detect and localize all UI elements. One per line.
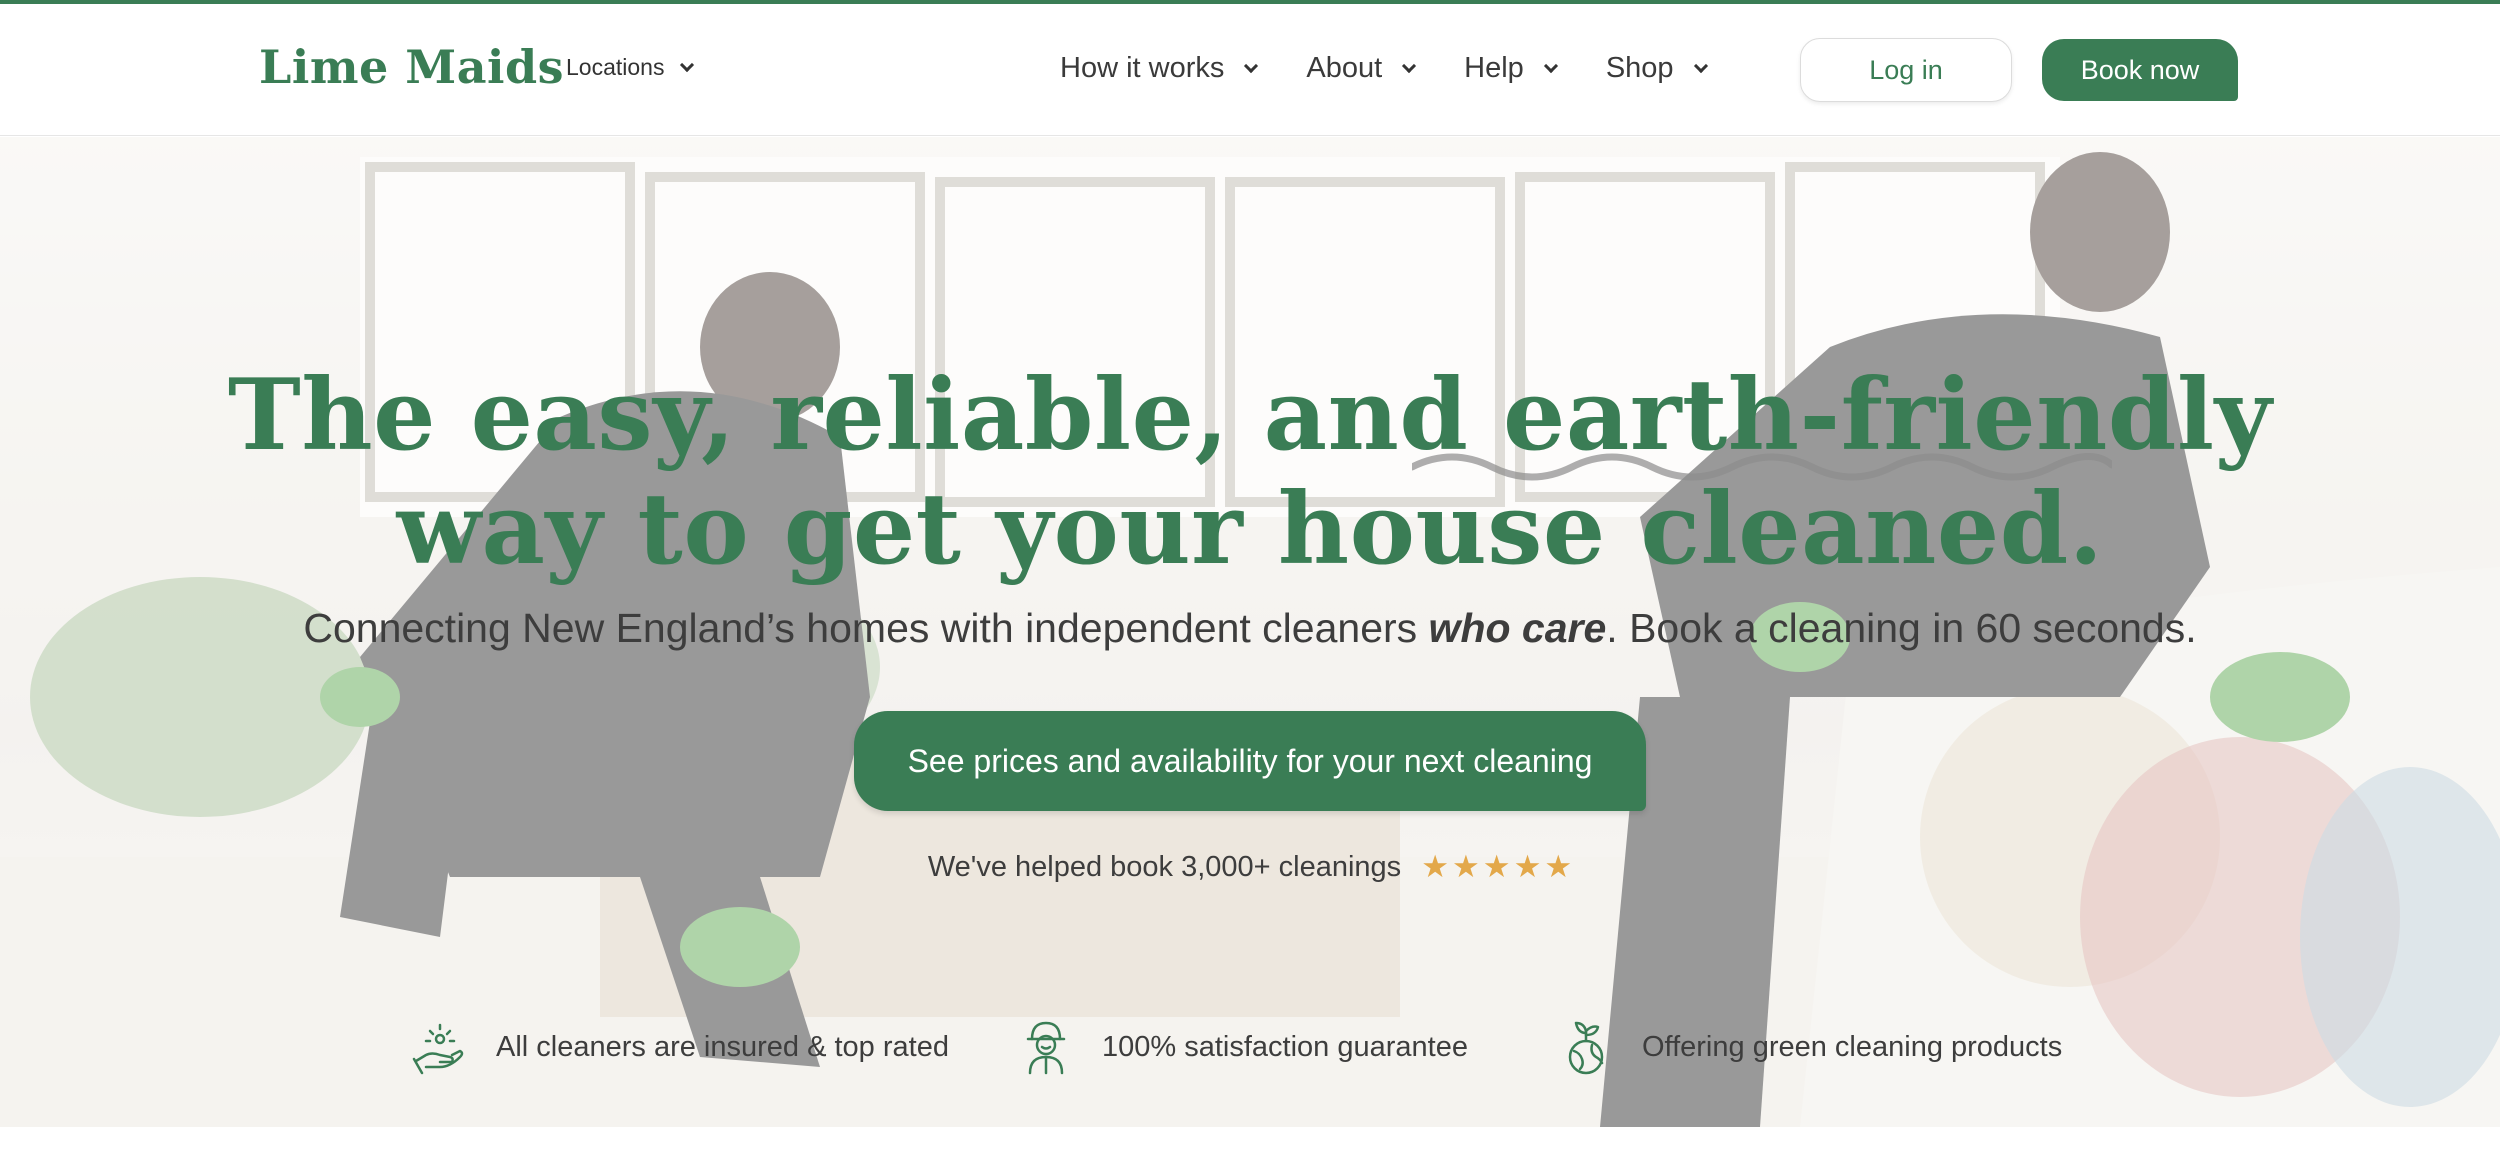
hero-subheading: Connecting New England’s homes with inde… [0,605,2500,652]
star-icon: ★ [1544,849,1573,885]
feature-item: All cleaners are insured & top rated [410,1017,949,1077]
chevron-down-icon [1543,58,1558,73]
nav-item-label: How it works [1060,52,1225,84]
subhead-emphasis: who care [1428,605,1607,651]
nav-locations-label: Locations [566,54,665,80]
hero-headline: The easy, reliable, and earth-friendly w… [0,359,2500,587]
main-nav: How it works About Help Shop [1060,52,1708,85]
nav-item-label: Help [1464,52,1524,84]
feature-text: Offering green cleaning products [1642,1030,2063,1063]
chevron-down-icon [1402,58,1417,73]
chevron-down-icon [1693,58,1708,73]
nav-about[interactable]: About [1306,52,1417,85]
headline-line-2: way to get your house cleaned. [396,472,2104,587]
login-button[interactable]: Log in [1800,38,2012,102]
nav-help[interactable]: Help [1464,52,1558,85]
feature-text: All cleaners are insured & top rated [496,1030,949,1063]
feature-text: 100% satisfaction guarantee [1102,1030,1468,1063]
star-icon: ★ [1421,849,1449,885]
feature-item: Offering green cleaning products [1556,1017,2062,1077]
nav-locations[interactable]: Locations [566,54,695,81]
rating-text: We've helped book 3,000+ cleanings [927,851,1402,883]
chevron-down-icon [1244,58,1259,73]
insured-hand-icon [412,1023,464,1075]
star-icon: ★ [1451,849,1480,885]
nav-item-label: About [1306,52,1383,84]
feature-strip: All cleaners are insured & top rated 100… [0,1017,2500,1087]
nav-item-label: Shop [1605,52,1674,84]
star-icon: ★ [1482,849,1511,885]
subhead-text-pre: Connecting New England’s homes with inde… [303,605,1429,651]
green-globe-sprout-icon [1568,1021,1604,1075]
subhead-text-post: . Book a cleaning in 60 seconds. [1606,605,2197,651]
rating-row: We've helped book 3,000+ cleanings ★ ★ ★… [0,851,2500,884]
nav-how-it-works[interactable]: How it works [1060,52,1259,85]
underline-squiggle [1412,453,2112,481]
site-header: Lime Maids Locations How it works About … [0,4,2500,136]
feature-item: 100% satisfaction guarantee [1016,1017,1468,1077]
nav-shop[interactable]: Shop [1605,52,1708,85]
see-prices-cta-button[interactable]: See prices and availability for your nex… [854,711,1646,811]
chevron-down-icon [680,57,695,72]
satisfaction-person-icon [1026,1021,1066,1075]
star-icon: ★ [1513,849,1542,885]
book-now-button[interactable]: Book now [2042,39,2238,101]
star-rating: ★ ★ ★ ★ ★ [1421,852,1572,883]
hero-section: The easy, reliable, and earth-friendly w… [0,137,2500,1127]
logo[interactable]: Lime Maids [259,40,564,94]
